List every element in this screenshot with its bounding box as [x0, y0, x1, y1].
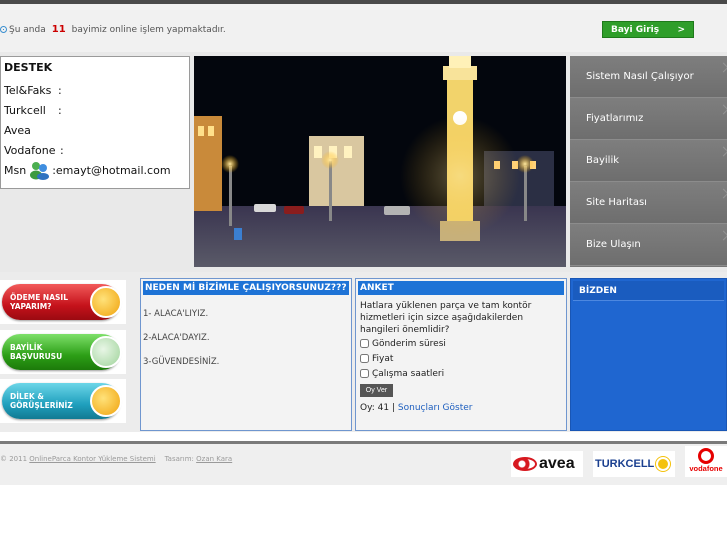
poll-option-label: Gönderim süresi: [372, 338, 446, 349]
footer: © 2011 OnlineParca Kontor Yükleme Sistem…: [0, 444, 727, 485]
msn-buddies-icon: [28, 160, 50, 180]
support-title: DESTEK: [4, 61, 53, 74]
vodafone-logo[interactable]: vodafone: [685, 446, 727, 477]
support-sep: :: [58, 103, 62, 117]
online-count: 11: [51, 24, 66, 35]
support-sep: :: [60, 143, 64, 157]
nav-item-how-it-works[interactable]: Sistem Nasıl Çalışıyor: [570, 56, 727, 98]
why-us-item: 1- ALACA'LIYIZ.: [143, 309, 209, 319]
dealership-apply-line2: BAŞVURUSU: [10, 352, 63, 361]
payment-how-line2: YAPARIM?: [10, 302, 52, 311]
payment-how-button[interactable]: ÖDEME NASIL YAPARIM?: [0, 280, 126, 324]
bayi-login-button[interactable]: Bayi Giriş >: [602, 21, 694, 38]
poll-option-checkbox[interactable]: [360, 354, 369, 363]
city-night-photo: [194, 56, 566, 267]
vote-button[interactable]: Oy Ver: [360, 384, 393, 397]
main-nav: Sistem Nasıl Çalışıyor Fiyatlarımız Bayi…: [570, 56, 727, 267]
designer-link[interactable]: Ozan Kara: [196, 455, 232, 463]
nav-item-site-map[interactable]: Site Haritası: [570, 182, 727, 224]
why-us-item: 2-ALACA'DAYIZ.: [143, 333, 210, 343]
support-sep: :: [58, 83, 62, 97]
vodafone-mark-icon: [698, 448, 714, 464]
avea-logo[interactable]: avea: [511, 451, 583, 477]
online-indicator-icon: [0, 26, 7, 33]
support-label-msn: Msn: [4, 163, 27, 177]
nav-item-prices[interactable]: Fiyatlarımız: [570, 98, 727, 140]
why-us-item: 3-GÜVENDESİNİZ.: [143, 357, 220, 367]
poll-option[interactable]: Gönderim süresi: [356, 336, 566, 351]
why-us-title: NEDEN Mİ BİZİMLE ÇALIŞIYORSUNUZ???: [143, 281, 349, 295]
dealership-apply-line1: BAYİLİK: [10, 343, 43, 352]
support-row-msn: Msn :emayt@hotmail.com: [4, 160, 186, 180]
vodafone-logo-text: vodafone: [689, 464, 723, 473]
support-label-telfaks: Tel&Faks: [4, 83, 52, 97]
feedback-line2: GÖRÜŞLERİNİZ: [10, 401, 73, 410]
turkcell-sun-icon: [656, 457, 671, 471]
bayi-login-label: Bayi Giriş: [611, 24, 660, 35]
support-row: Turkcell :: [4, 100, 186, 120]
poll-vote-count: Oy: 41: [360, 403, 390, 413]
poll-option-label: Fiyat: [372, 353, 394, 364]
feedback-button[interactable]: DİLEK & GÖRÜŞLERİNİZ: [0, 379, 126, 423]
why-us-panel: NEDEN Mİ BİZİMLE ÇALIŞIYORSUNUZ??? 1- AL…: [140, 278, 352, 431]
chevron-right-icon: >: [677, 24, 685, 35]
poll-question: Hatlara yüklenen parça ve tam kontör hiz…: [360, 301, 532, 335]
support-label-avea: Avea: [4, 123, 31, 137]
turkcell-logo-text: TURKCELL: [595, 458, 655, 470]
support-row: Avea: [4, 120, 186, 140]
avea-logo-text: avea: [539, 455, 575, 472]
poll-results-row: Oy: 41 | Sonuçları Göster: [356, 397, 566, 413]
poll-title: ANKET: [358, 281, 564, 295]
support-label-vodafone: Vodafone: [4, 143, 56, 157]
support-msn-value: :emayt@hotmail.com: [52, 163, 171, 177]
nav-item-contact[interactable]: Bize Ulaşın: [570, 224, 727, 266]
poll-option[interactable]: Çalışma saatleri: [356, 366, 566, 381]
poll-option[interactable]: Fiyat: [356, 351, 566, 366]
copyright-year: © 2011: [0, 455, 28, 463]
poll-separator: |: [391, 403, 396, 413]
support-label-turkcell: Turkcell: [4, 103, 46, 117]
poll-option-label: Çalışma saatleri: [372, 368, 445, 379]
why-us-list: 1- ALACA'LIYIZ. 2-ALACA'DAYIZ. 3-GÜVENDE…: [141, 297, 351, 371]
show-results-link[interactable]: Sonuçları Göster: [398, 403, 473, 413]
dealership-apply-button[interactable]: BAYİLİK BAŞVURUSU: [0, 330, 126, 374]
footer-site-link[interactable]: OnlineParca Kontor Yükleme Sistemi: [29, 455, 155, 463]
about-title: BİZDEN: [573, 281, 724, 301]
designer-label: Tasarım:: [164, 455, 194, 463]
poll-panel: ANKET Hatlara yüklenen parça ve tam kont…: [355, 278, 567, 431]
handshake-icon: [90, 336, 122, 368]
avea-swirl-icon: [513, 457, 537, 471]
nav-item-dealership[interactable]: Bayilik: [570, 140, 727, 182]
support-row: Tel&Faks :: [4, 80, 186, 100]
page: Şu anda 11 bayimiz online işlem yapmakta…: [0, 0, 727, 545]
payment-how-line1: ÖDEME NASIL: [10, 293, 68, 302]
support-box: DESTEK Tel&Faks : Turkcell : Avea Vodafo…: [0, 56, 190, 189]
online-suffix: bayimiz online işlem yapmaktadır.: [71, 24, 226, 35]
support-row: Vodafone :: [4, 140, 186, 160]
online-status: Şu anda 11 bayimiz online işlem yapmakta…: [0, 24, 226, 35]
feedback-line1: DİLEK &: [10, 392, 44, 401]
about-panel: BİZDEN: [570, 278, 727, 431]
online-prefix: Şu anda: [9, 24, 46, 35]
footer-copyright: © 2011 OnlineParca Kontor Yükleme Sistem…: [0, 455, 232, 463]
coins-icon: [90, 286, 122, 318]
poll-option-checkbox[interactable]: [360, 339, 369, 348]
turkcell-logo[interactable]: TURKCELL: [593, 451, 675, 477]
poll-option-checkbox[interactable]: [360, 369, 369, 378]
alert-icon: [90, 385, 122, 417]
